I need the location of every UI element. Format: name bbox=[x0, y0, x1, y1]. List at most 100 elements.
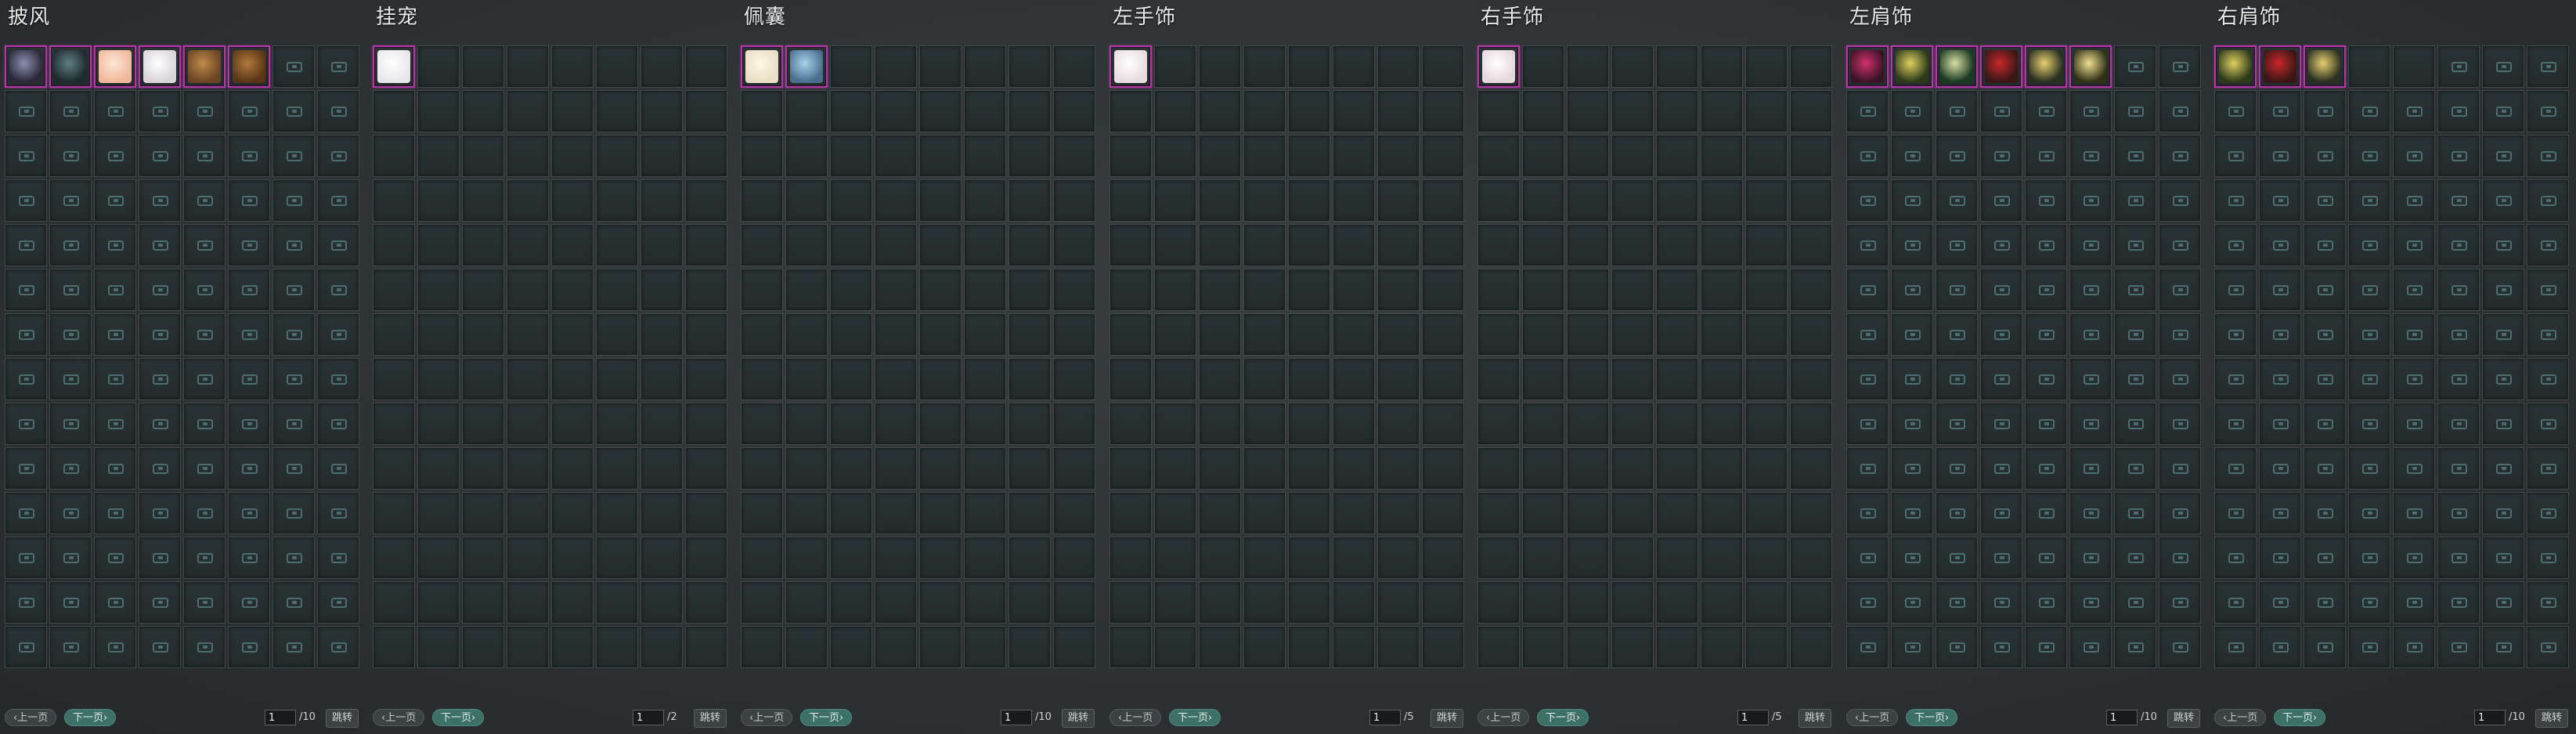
empty-slot[interactable] bbox=[551, 269, 593, 311]
locked-slot[interactable] bbox=[2025, 581, 2067, 624]
empty-slot[interactable] bbox=[1701, 358, 1743, 400]
empty-slot[interactable] bbox=[1053, 313, 1095, 356]
locked-slot[interactable] bbox=[1936, 581, 1978, 624]
locked-slot[interactable] bbox=[317, 313, 359, 356]
empty-slot[interactable] bbox=[1109, 492, 1152, 534]
empty-slot[interactable] bbox=[741, 135, 783, 177]
locked-slot[interactable] bbox=[2482, 90, 2524, 132]
empty-slot[interactable] bbox=[551, 313, 593, 356]
empty-slot[interactable] bbox=[1243, 358, 1286, 400]
empty-slot[interactable] bbox=[1522, 45, 1564, 88]
empty-slot[interactable] bbox=[830, 447, 872, 490]
locked-slot[interactable] bbox=[139, 403, 181, 445]
empty-slot[interactable] bbox=[1790, 313, 1832, 356]
empty-slot[interactable] bbox=[417, 313, 460, 356]
empty-slot[interactable] bbox=[1288, 313, 1330, 356]
empty-slot[interactable] bbox=[785, 492, 828, 534]
locked-slot[interactable] bbox=[139, 581, 181, 624]
locked-slot[interactable] bbox=[1980, 581, 2022, 624]
locked-slot[interactable] bbox=[2304, 447, 2346, 490]
locked-slot[interactable] bbox=[49, 537, 92, 579]
empty-slot[interactable] bbox=[1656, 447, 1698, 490]
empty-slot[interactable] bbox=[417, 45, 460, 88]
locked-slot[interactable] bbox=[2114, 269, 2156, 311]
empty-slot[interactable] bbox=[1288, 90, 1330, 132]
empty-slot[interactable] bbox=[462, 403, 504, 445]
empty-slot[interactable] bbox=[1154, 90, 1196, 132]
empty-slot[interactable] bbox=[741, 313, 783, 356]
empty-slot[interactable] bbox=[964, 358, 1006, 400]
empty-slot[interactable] bbox=[919, 90, 961, 132]
locked-slot[interactable] bbox=[2437, 537, 2480, 579]
empty-slot[interactable] bbox=[1745, 358, 1788, 400]
empty-slot[interactable] bbox=[875, 224, 917, 266]
locked-slot[interactable] bbox=[1891, 403, 1933, 445]
empty-slot[interactable] bbox=[1154, 313, 1196, 356]
locked-slot[interactable] bbox=[2114, 403, 2156, 445]
prev-page-button[interactable]: ‹上一页 bbox=[2214, 709, 2267, 726]
empty-slot[interactable] bbox=[1008, 313, 1051, 356]
empty-slot[interactable] bbox=[2393, 45, 2435, 88]
locked-slot[interactable] bbox=[2437, 581, 2480, 624]
empty-slot[interactable] bbox=[1199, 626, 1241, 668]
empty-slot[interactable] bbox=[1154, 45, 1196, 88]
locked-slot[interactable] bbox=[2069, 269, 2112, 311]
locked-slot[interactable] bbox=[2437, 447, 2480, 490]
locked-slot[interactable] bbox=[2214, 626, 2257, 668]
empty-slot[interactable] bbox=[1288, 581, 1330, 624]
locked-slot[interactable] bbox=[2025, 179, 2067, 222]
locked-slot[interactable] bbox=[2214, 269, 2257, 311]
empty-slot[interactable] bbox=[1745, 224, 1788, 266]
locked-slot[interactable] bbox=[2304, 224, 2346, 266]
empty-slot[interactable] bbox=[1790, 581, 1832, 624]
locked-slot[interactable] bbox=[49, 447, 92, 490]
empty-slot[interactable] bbox=[1745, 626, 1788, 668]
empty-slot[interactable] bbox=[1701, 224, 1743, 266]
locked-slot[interactable] bbox=[2482, 45, 2524, 88]
empty-slot[interactable] bbox=[373, 269, 415, 311]
locked-slot[interactable] bbox=[2025, 224, 2067, 266]
locked-slot[interactable] bbox=[49, 358, 92, 400]
empty-slot[interactable] bbox=[1377, 492, 1420, 534]
locked-slot[interactable] bbox=[2114, 135, 2156, 177]
empty-slot[interactable] bbox=[1053, 581, 1095, 624]
empty-slot[interactable] bbox=[551, 626, 593, 668]
locked-slot[interactable] bbox=[2259, 447, 2301, 490]
empty-slot[interactable] bbox=[373, 581, 415, 624]
locked-slot[interactable] bbox=[2304, 626, 2346, 668]
empty-slot[interactable] bbox=[1377, 403, 1420, 445]
locked-slot[interactable] bbox=[2159, 45, 2201, 88]
locked-slot[interactable] bbox=[228, 269, 270, 311]
empty-slot[interactable] bbox=[417, 135, 460, 177]
locked-slot[interactable] bbox=[2437, 492, 2480, 534]
empty-slot[interactable] bbox=[1477, 135, 1520, 177]
empty-slot[interactable] bbox=[1154, 224, 1196, 266]
locked-slot[interactable] bbox=[2482, 447, 2524, 490]
empty-slot[interactable] bbox=[919, 492, 961, 534]
locked-slot[interactable] bbox=[2437, 224, 2480, 266]
locked-slot[interactable] bbox=[2348, 90, 2390, 132]
locked-slot[interactable] bbox=[2348, 626, 2390, 668]
empty-slot[interactable] bbox=[685, 135, 727, 177]
locked-slot[interactable] bbox=[1891, 269, 1933, 311]
locked-slot[interactable] bbox=[272, 224, 315, 266]
empty-slot[interactable] bbox=[830, 45, 872, 88]
locked-slot[interactable] bbox=[139, 358, 181, 400]
locked-slot[interactable] bbox=[317, 90, 359, 132]
empty-slot[interactable] bbox=[1422, 179, 1464, 222]
locked-slot[interactable] bbox=[2527, 403, 2569, 445]
page-number-input[interactable] bbox=[1737, 710, 1769, 725]
empty-slot[interactable] bbox=[462, 179, 504, 222]
locked-slot[interactable] bbox=[2159, 179, 2201, 222]
empty-slot[interactable] bbox=[785, 581, 828, 624]
empty-slot[interactable] bbox=[919, 358, 961, 400]
locked-slot[interactable] bbox=[2259, 269, 2301, 311]
item-slot[interactable] bbox=[94, 45, 136, 88]
empty-slot[interactable] bbox=[830, 581, 872, 624]
locked-slot[interactable] bbox=[1936, 90, 1978, 132]
empty-slot[interactable] bbox=[1790, 358, 1832, 400]
locked-slot[interactable] bbox=[183, 626, 225, 668]
empty-slot[interactable] bbox=[1288, 135, 1330, 177]
empty-slot[interactable] bbox=[1199, 403, 1241, 445]
empty-slot[interactable] bbox=[1567, 224, 1609, 266]
